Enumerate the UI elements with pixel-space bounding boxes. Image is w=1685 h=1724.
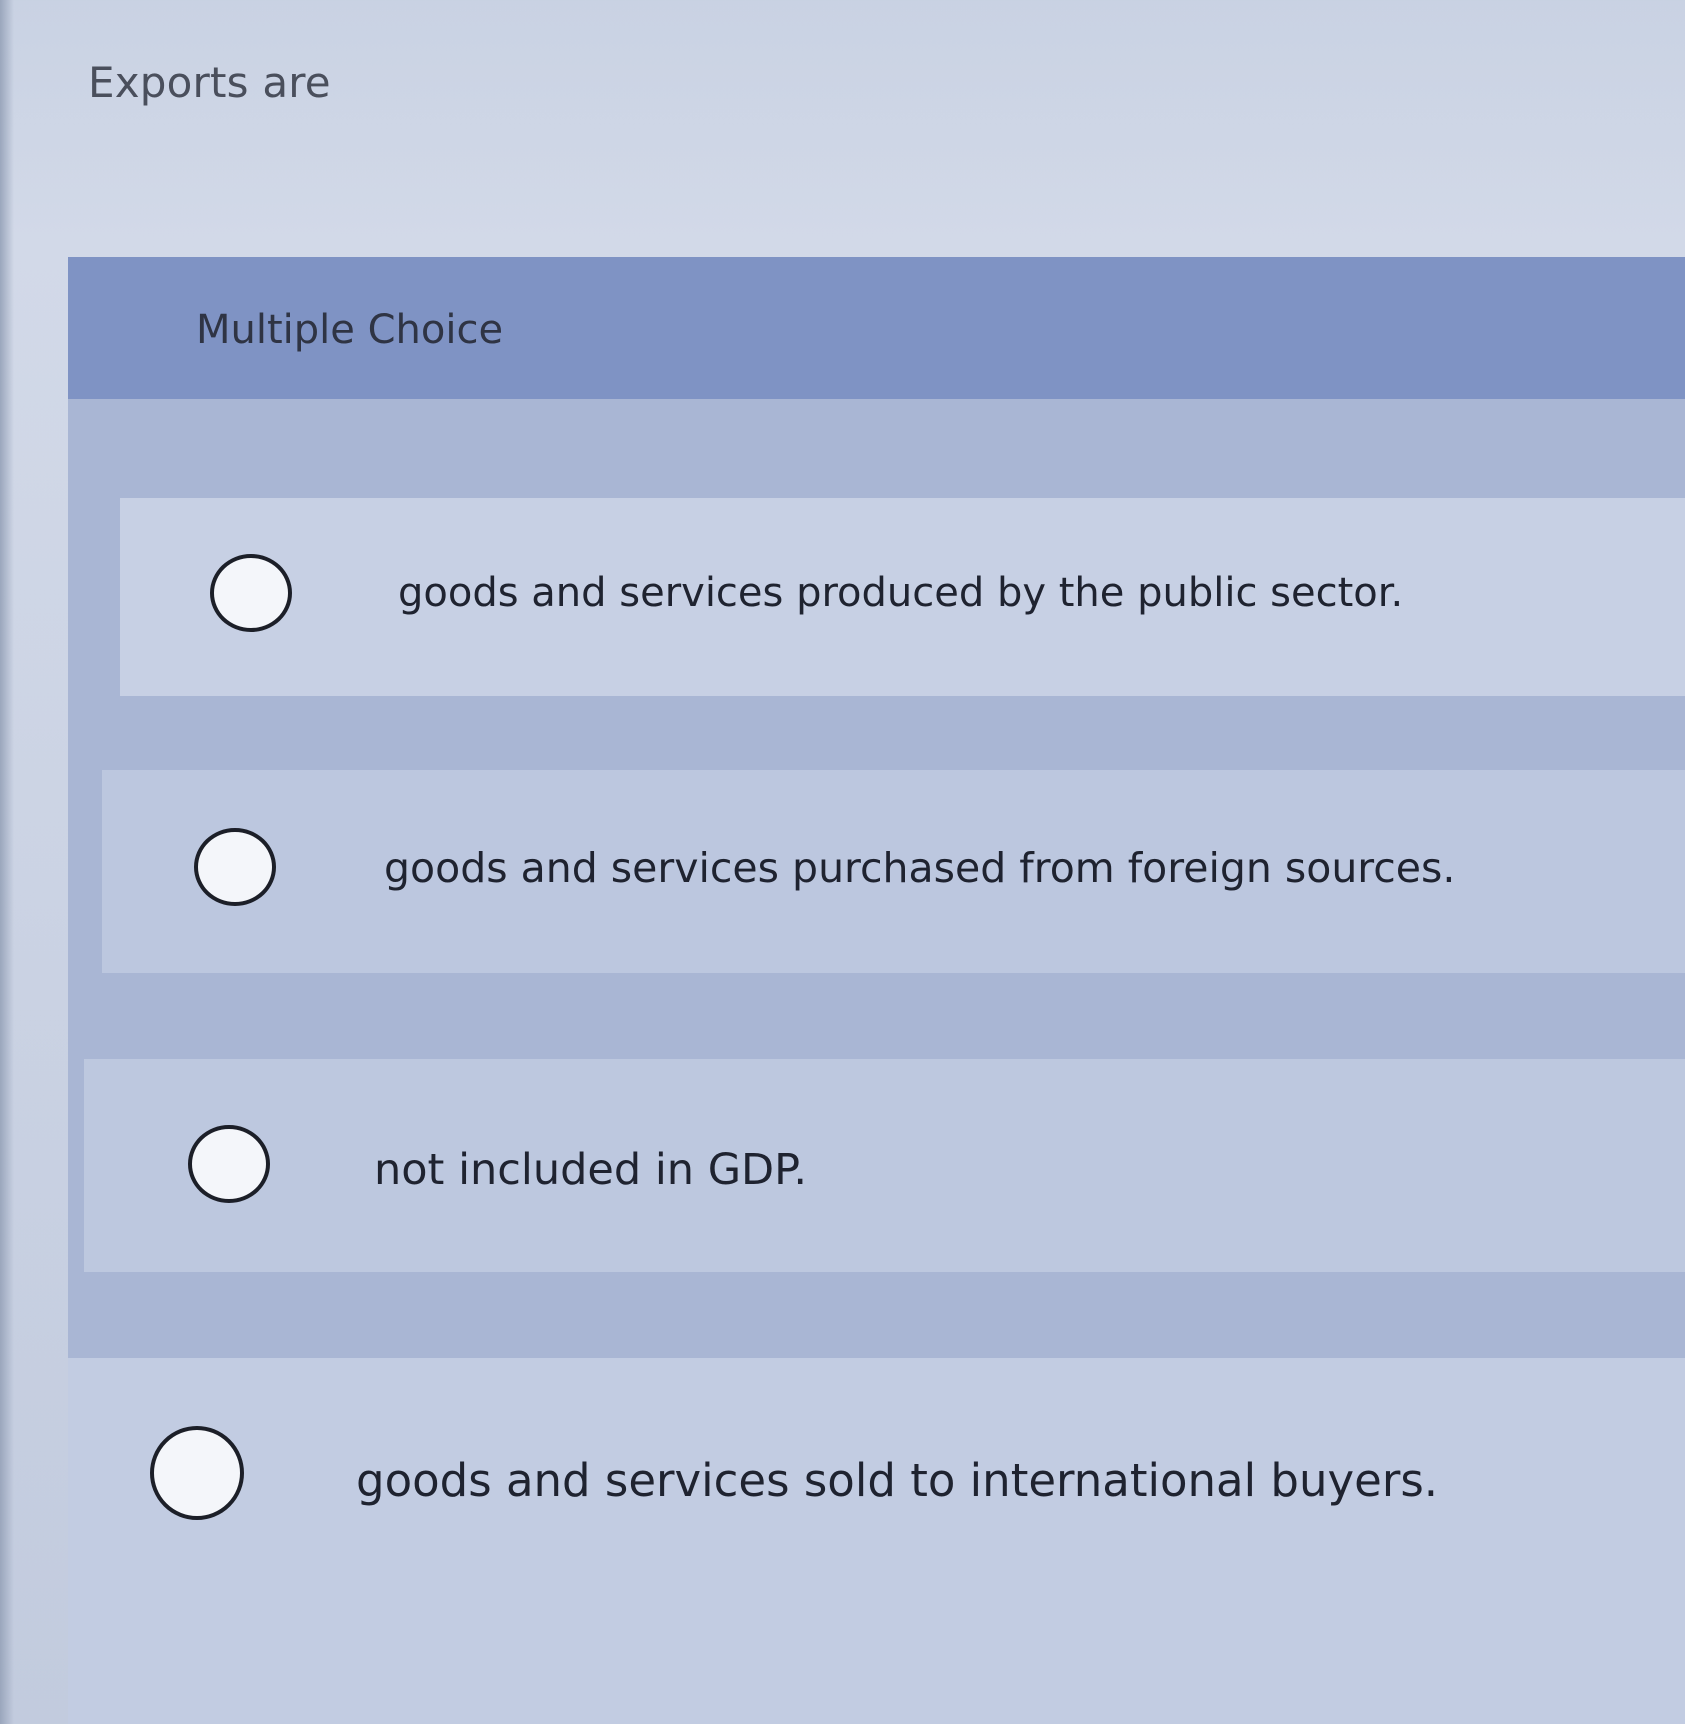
- multiple-choice-panel: Multiple Choice goods and services produ…: [68, 257, 1685, 1724]
- answer-option-text[interactable]: not included in GDP.: [374, 1145, 807, 1195]
- answer-option-1[interactable]: goods and services produced by the publi…: [120, 498, 1685, 696]
- screen-edge: [0, 0, 14, 1724]
- multiple-choice-label: Multiple Choice: [196, 307, 504, 353]
- answer-option-4[interactable]: goods and services sold to international…: [68, 1358, 1685, 1724]
- answer-option-text[interactable]: goods and services purchased from foreig…: [384, 844, 1455, 892]
- question-text: Exports are: [88, 58, 331, 107]
- radio-button-unselected-icon[interactable]: [194, 828, 276, 906]
- radio-button-unselected-icon[interactable]: [150, 1426, 244, 1520]
- multiple-choice-header: Multiple Choice: [68, 257, 1685, 399]
- radio-button-unselected-icon[interactable]: [210, 554, 292, 632]
- answer-option-3[interactable]: not included in GDP.: [84, 1059, 1685, 1272]
- answer-option-text[interactable]: goods and services sold to international…: [356, 1454, 1438, 1507]
- answer-option-text[interactable]: goods and services produced by the publi…: [398, 570, 1403, 616]
- answer-option-2[interactable]: goods and services purchased from foreig…: [102, 770, 1685, 973]
- radio-button-unselected-icon[interactable]: [188, 1125, 270, 1203]
